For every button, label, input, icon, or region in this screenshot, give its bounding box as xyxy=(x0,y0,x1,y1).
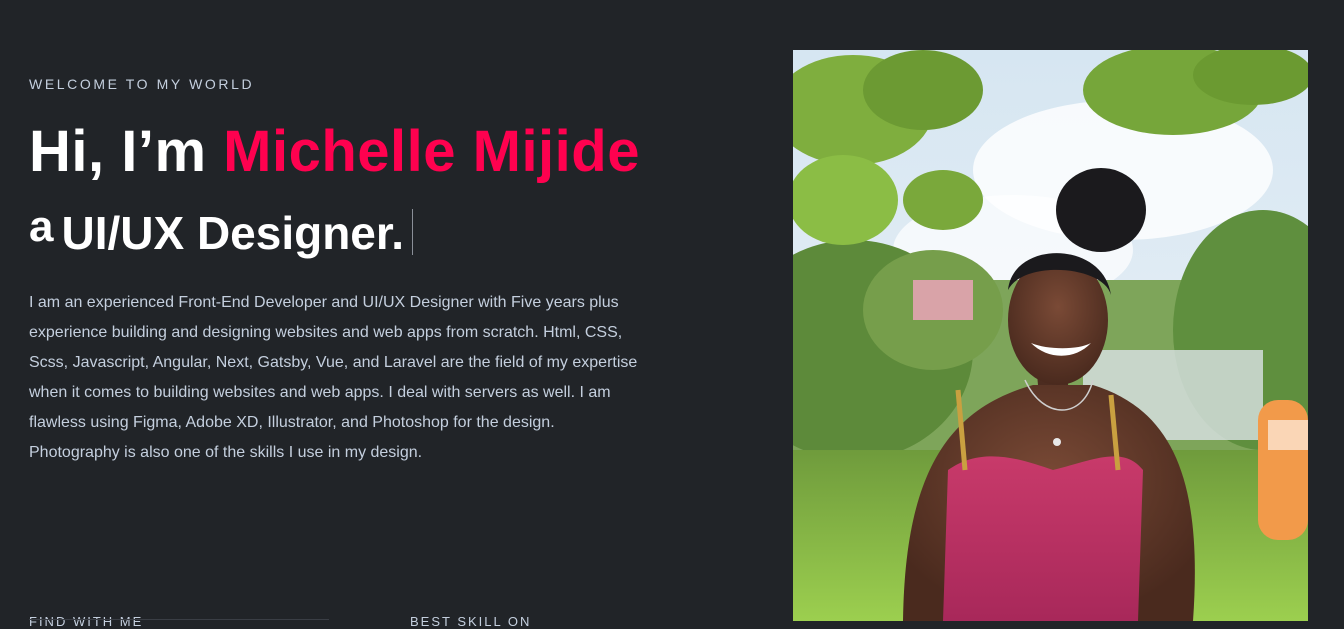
role-text: UI/UX Designer. xyxy=(61,207,405,259)
hero-headline: Hi, I’m Michelle Mijide xyxy=(29,118,640,185)
greeting-text: Hi, I’m xyxy=(29,119,224,184)
role-line: a UI/UX Designer. xyxy=(29,202,414,260)
best-skill-label: BEST SKILL ON xyxy=(410,614,532,629)
profile-photo xyxy=(793,50,1308,621)
divider xyxy=(29,619,329,620)
welcome-label: WELCOME TO MY WORLD xyxy=(29,76,255,92)
find-with-me-label: FIND WITH ME xyxy=(29,614,144,629)
typing-cursor xyxy=(412,209,414,255)
hero-name: Michelle Mijide xyxy=(223,119,640,184)
role-article: a xyxy=(29,202,54,251)
portrait-illustration xyxy=(793,50,1308,621)
bio-paragraph: I am an experienced Front-End Developer … xyxy=(29,294,638,461)
